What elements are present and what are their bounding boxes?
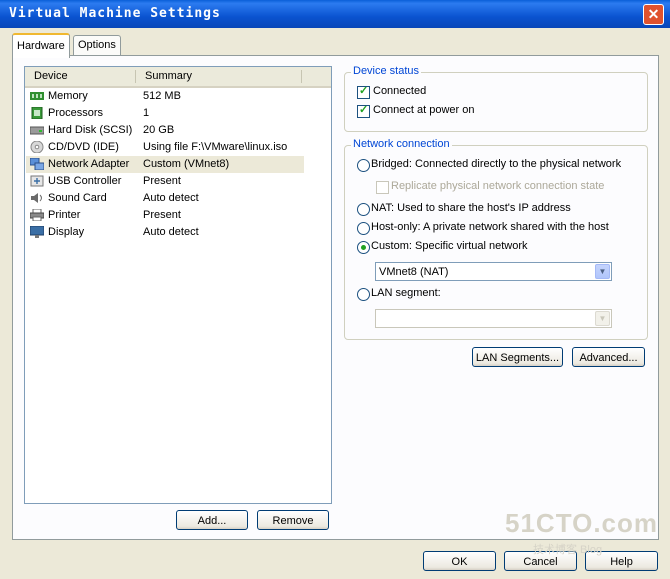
device-row-memory[interactable]: Memory 512 MB — [26, 88, 304, 105]
device-name: USB Controller — [48, 175, 122, 187]
connect-at-power-on-checkbox[interactable]: ✓ — [357, 104, 370, 118]
advanced-button-label: Advanced... — [579, 352, 638, 364]
nat-label[interactable]: NAT: Used to share the host's IP address — [371, 202, 571, 214]
device-row-network-adapter[interactable]: Network Adapter Custom (VMnet8) — [26, 156, 304, 173]
add-button-label: Add... — [197, 515, 227, 527]
device-summary: Auto detect — [143, 226, 199, 238]
window-title: Virtual Machine Settings — [9, 6, 221, 21]
column-separator[interactable] — [301, 70, 302, 83]
usb-controller-icon — [30, 175, 44, 187]
replicate-state-label[interactable]: Replicate physical network connection st… — [391, 180, 604, 192]
hard-disk-icon — [30, 126, 44, 135]
column-separator[interactable] — [135, 70, 136, 83]
watermark-subtext: 技术博客 Blog — [533, 544, 603, 556]
device-name: Printer — [48, 209, 81, 221]
device-summary: 512 MB — [143, 90, 181, 102]
device-status-title: Device status — [351, 65, 422, 77]
tab-hardware[interactable]: Hardware — [12, 33, 70, 58]
replicate-state-checkbox[interactable] — [376, 181, 389, 194]
summary-column-header[interactable]: Summary — [145, 70, 192, 82]
bridged-radio[interactable] — [357, 159, 370, 172]
network-connection-group: Network connection Bridged: Connected di… — [344, 138, 648, 340]
device-name: Hard Disk (SCSI) — [48, 124, 133, 136]
lan-segments-button-label: LAN Segments... — [475, 352, 560, 364]
lan-segments-button[interactable]: LAN Segments... — [472, 347, 563, 367]
custom-label[interactable]: Custom: Specific virtual network — [371, 240, 528, 252]
ok-button[interactable]: OK — [423, 551, 496, 571]
remove-button-label: Remove — [272, 515, 314, 527]
network-connection-title: Network connection — [351, 138, 452, 150]
device-row-display[interactable]: Display Auto detect — [26, 224, 304, 241]
device-summary: 20 GB — [143, 124, 175, 136]
check-icon: ✓ — [359, 85, 369, 97]
memory-icon — [30, 92, 44, 100]
device-row-cd-dvd[interactable]: CD/DVD (IDE) Using file F:\VMware\linux.… — [26, 139, 304, 156]
watermark: 51CTO.com 技术博客 Blog — [505, 508, 665, 558]
device-summary: 1 — [143, 107, 150, 119]
radio-selected-dot — [361, 245, 366, 250]
host-only-radio[interactable] — [357, 222, 370, 235]
title-bar: Virtual Machine Settings ✕ — [0, 0, 670, 28]
device-summary: Present — [143, 209, 181, 221]
connect-at-power-on-label[interactable]: Connect at power on — [373, 104, 475, 116]
custom-radio[interactable] — [357, 241, 370, 254]
virtual-network-value: VMnet8 (NAT) — [379, 266, 449, 278]
tab-options[interactable]: Options — [73, 35, 121, 55]
cd-dvd-icon — [30, 141, 44, 153]
device-name: Display — [48, 226, 85, 238]
device-summary: Using file F:\VMware\linux.iso — [143, 141, 288, 153]
chevron-down-icon[interactable]: ▼ — [595, 264, 610, 279]
display-icon — [30, 226, 44, 238]
advanced-button[interactable]: Advanced... — [572, 347, 645, 367]
network-adapter-icon — [30, 158, 44, 170]
device-name: Memory — [48, 90, 88, 102]
device-column-header[interactable]: Device — [34, 70, 68, 82]
bridged-label[interactable]: Bridged: Connected directly to the physi… — [371, 158, 621, 170]
device-summary: Custom (VMnet8) — [143, 158, 230, 170]
device-list[interactable]: Device Summary Memory 512 MB Processors … — [24, 66, 332, 504]
remove-button[interactable]: Remove — [257, 510, 329, 530]
printer-icon — [30, 209, 44, 221]
ok-button-label: OK — [451, 556, 468, 568]
device-name: Processors — [48, 107, 104, 119]
device-status-group: Device status ✓ Connected ✓ Connect at p… — [344, 65, 648, 132]
lan-segment-radio[interactable] — [357, 288, 370, 301]
processor-icon — [31, 107, 43, 119]
device-row-hard-disk[interactable]: Hard Disk (SCSI) 20 GB — [26, 122, 304, 139]
device-row-usb-controller[interactable]: USB Controller Present — [26, 173, 304, 190]
device-summary: Present — [143, 175, 181, 187]
check-icon: ✓ — [359, 104, 369, 116]
close-icon: ✕ — [647, 6, 660, 22]
device-row-printer[interactable]: Printer Present — [26, 207, 304, 224]
device-name: Network Adapter — [48, 158, 130, 170]
lan-segment-select[interactable]: ▼ — [375, 309, 612, 328]
nat-radio[interactable] — [357, 203, 370, 216]
device-row-processors[interactable]: Processors 1 — [26, 105, 304, 122]
device-name: CD/DVD (IDE) — [48, 141, 119, 153]
device-list-header: Device Summary — [25, 67, 331, 88]
tab-hardware-label: Hardware — [17, 40, 65, 52]
close-button[interactable]: ✕ — [643, 4, 664, 25]
watermark-logo-text: 51CTO.com — [505, 508, 659, 538]
add-button[interactable]: Add... — [176, 510, 248, 530]
device-summary: Auto detect — [143, 192, 199, 204]
device-row-sound-card[interactable]: Sound Card Auto detect — [26, 190, 304, 207]
device-name: Sound Card — [48, 192, 107, 204]
tab-options-label: Options — [78, 39, 116, 51]
chevron-down-icon[interactable]: ▼ — [595, 311, 610, 326]
host-only-label[interactable]: Host-only: A private network shared with… — [371, 221, 609, 233]
connected-label[interactable]: Connected — [373, 85, 426, 97]
virtual-network-select[interactable]: VMnet8 (NAT) ▼ — [375, 262, 612, 281]
sound-card-icon — [31, 193, 42, 203]
lan-segment-label[interactable]: LAN segment: — [371, 287, 441, 299]
connected-checkbox[interactable]: ✓ — [357, 85, 370, 99]
